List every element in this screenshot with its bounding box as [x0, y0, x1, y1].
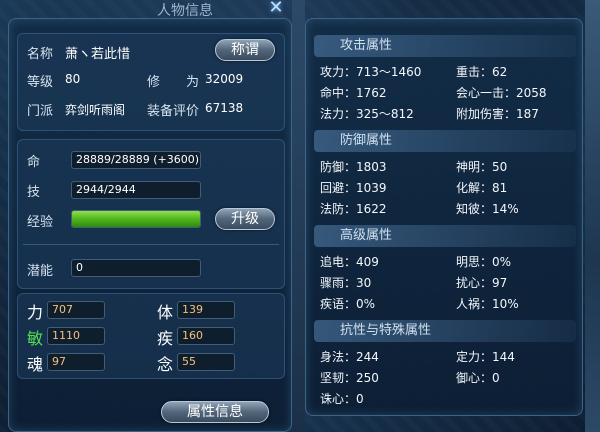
- attribute-group-header: 防御属性: [314, 130, 576, 152]
- skill-field: 2944/2944: [71, 181, 201, 199]
- attribute-label: 体: [157, 303, 174, 322]
- attribute-stat: 攻力：713～1460: [320, 65, 422, 79]
- attribute-value: 97: [47, 353, 105, 371]
- attribute-info-button[interactable]: 属性信息: [161, 401, 269, 423]
- exp-label: 经验: [27, 215, 54, 230]
- skill-label: 技: [27, 185, 41, 200]
- cultivation-value: 32009: [205, 72, 244, 86]
- attribute-value: 139: [177, 301, 235, 319]
- attribute-stat: 防御：1803: [320, 160, 387, 174]
- cultivation-label: 修 为: [147, 75, 200, 90]
- attribute-stat: 身法：244: [320, 350, 379, 364]
- level-value: 80: [65, 72, 81, 86]
- attribute-stat: 重击：62: [456, 65, 508, 79]
- attribute-group-header: 攻击属性: [314, 35, 576, 57]
- attribute-group-header: 抗性与特殊属性: [314, 320, 576, 342]
- attribute-stat: 骤雨：30: [320, 276, 372, 290]
- gear-score-value: 67138: [205, 101, 244, 115]
- background-strip-right: [585, 0, 600, 432]
- attribute-group-header: 高级属性: [314, 225, 576, 247]
- attribute-stat: 法力：325～812: [320, 107, 414, 121]
- attribute-stat: 命中：1762: [320, 86, 387, 100]
- name-label: 名称: [27, 47, 54, 62]
- attribute-detail-panel: 攻击属性攻力：713～1460 重击：62 命中：1762 会心一击：2058 法力：3…: [305, 18, 583, 416]
- attribute-label: 念: [157, 355, 174, 374]
- exp-bar-fill: [72, 211, 200, 227]
- attribute-label: 敏: [27, 329, 44, 348]
- attribute-stat: 附加伤害：187: [456, 107, 539, 121]
- sect-label: 门派: [27, 104, 54, 119]
- potential-label: 潜能: [27, 264, 54, 279]
- attribute-value: 55: [177, 353, 235, 371]
- attribute-stat: 会心一击：2058: [456, 86, 547, 100]
- gear-score-label: 装备评价: [147, 104, 200, 119]
- attribute-value: 707: [47, 301, 105, 319]
- background-strip: [292, 0, 305, 432]
- attribute-stat: 疾语：0%: [320, 297, 376, 311]
- potential-field: 0: [71, 259, 201, 277]
- attribute-value: 160: [177, 327, 235, 345]
- attribute-stat: 坚韧：250: [320, 371, 379, 385]
- attribute-stat: 诛心：0: [320, 392, 364, 406]
- attribute-stat: 神明：50: [456, 160, 508, 174]
- attribute-label: 魂: [27, 355, 44, 374]
- hp-field: 28889/28889 (+3600): [71, 151, 201, 169]
- attribute-value: 1110: [47, 327, 105, 345]
- attribute-stat: 追电：409: [320, 255, 379, 269]
- attribute-label: 疾: [157, 329, 174, 348]
- attribute-stat: 扰心：97: [456, 276, 508, 290]
- attribute-stat: 回避：1039: [320, 181, 387, 195]
- attribute-stat: 知彼：14%: [456, 202, 519, 216]
- attribute-stat: 人祸：10%: [456, 297, 519, 311]
- attribute-stat: 法防：1622: [320, 202, 387, 216]
- close-icon[interactable]: ✕: [266, 0, 286, 18]
- attribute-stat: 化解：81: [456, 181, 508, 195]
- exp-bar: [71, 210, 201, 228]
- level-label: 等级: [27, 75, 54, 90]
- character-info-panel: 名称 萧ヽ若此惜 称谓 等级 80 修 为 32009 门派 弈剑听雨阁 装备评…: [8, 18, 292, 432]
- attribute-stat: 御心：0: [456, 371, 500, 385]
- attribute-stat: 定力：144: [456, 350, 515, 364]
- sect-value: 弈剑听雨阁: [65, 103, 126, 117]
- title-button[interactable]: 称谓: [215, 39, 275, 61]
- upgrade-button[interactable]: 升级: [215, 208, 275, 230]
- hp-label: 命: [27, 155, 41, 170]
- character-name: 萧ヽ若此惜: [65, 47, 131, 62]
- attribute-label: 力: [27, 303, 44, 322]
- divider: [23, 244, 279, 245]
- attribute-stat: 明思：0%: [456, 255, 512, 269]
- window-title: 人物信息: [157, 3, 213, 19]
